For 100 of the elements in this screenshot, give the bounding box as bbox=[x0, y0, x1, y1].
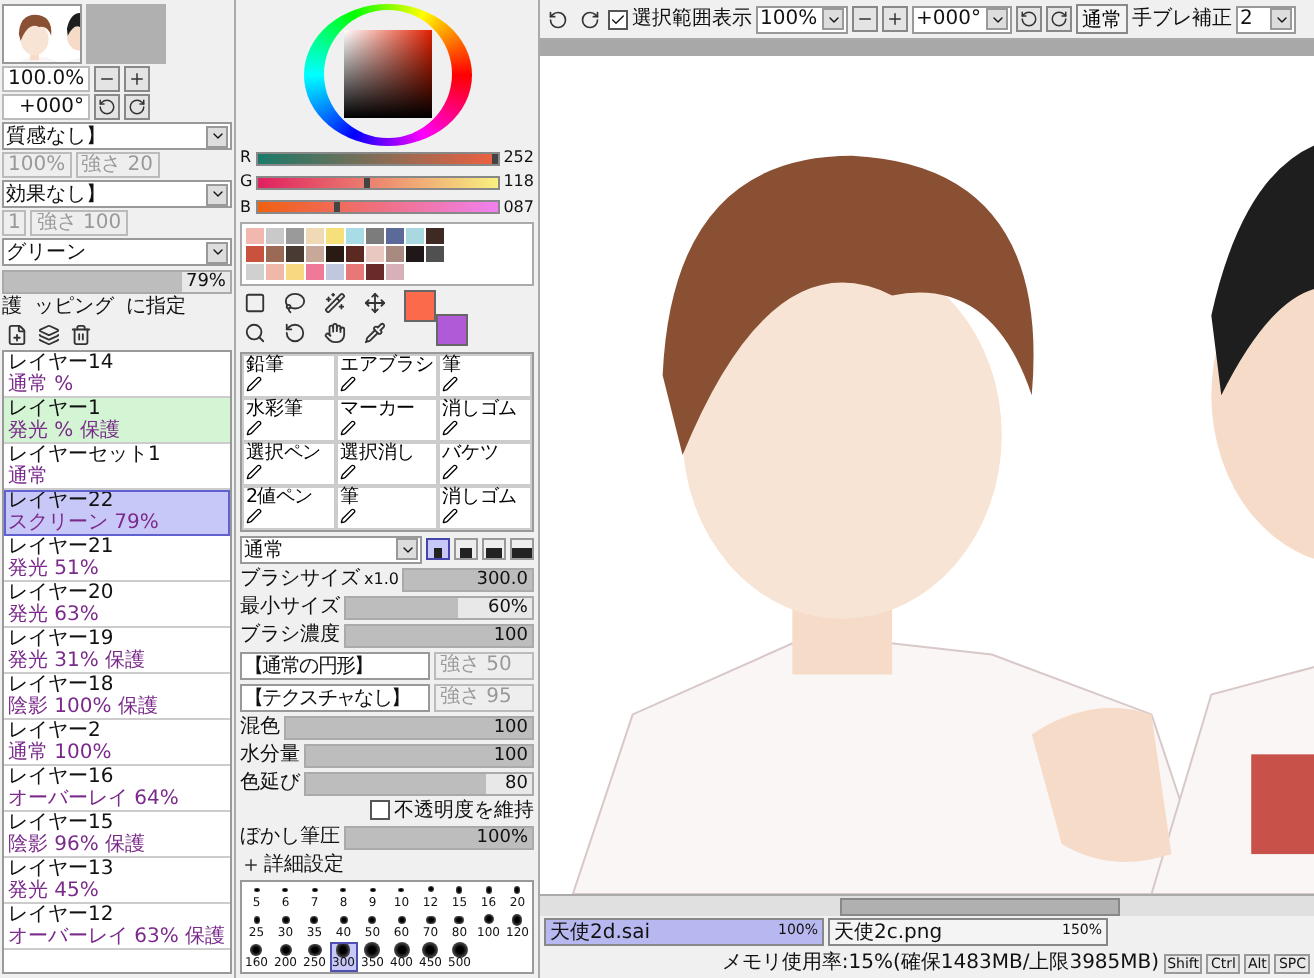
color-swatch[interactable] bbox=[266, 263, 284, 280]
layer-item[interactable]: レイヤー13 発光 45% bbox=[4, 858, 230, 904]
blending-slider[interactable]: 100 bbox=[284, 715, 534, 740]
color-swatch[interactable] bbox=[386, 245, 404, 262]
zoom-in-button[interactable] bbox=[882, 6, 908, 32]
zoom-in-button[interactable] bbox=[124, 66, 150, 92]
color-slider[interactable] bbox=[255, 200, 500, 215]
effect-dropdown[interactable]: 効果なし】 bbox=[2, 180, 232, 208]
selection-icon[interactable] bbox=[240, 289, 268, 318]
rotate-icon[interactable] bbox=[280, 319, 309, 348]
layer-item[interactable]: レイヤーセット1 通常 bbox=[4, 444, 230, 490]
color-swatch[interactable] bbox=[306, 263, 324, 280]
move-icon[interactable] bbox=[361, 289, 390, 318]
layer-item[interactable]: レイヤー19 発光 31% 保護 bbox=[4, 628, 230, 674]
blend-mode-dropdown[interactable]: グリーン bbox=[2, 238, 232, 266]
brush-shape-button[interactable] bbox=[510, 538, 534, 561]
brush-mode-dropdown[interactable]: 通常 bbox=[240, 535, 422, 564]
min-size-slider[interactable]: 60% bbox=[344, 595, 534, 620]
layer-item[interactable]: レイヤー1 発光 % 保護 bbox=[4, 398, 230, 444]
brush-tool[interactable]: 筆 bbox=[335, 485, 438, 530]
brush-tool[interactable]: 2値ペン bbox=[242, 485, 336, 530]
eyedropper-icon[interactable] bbox=[361, 319, 390, 348]
brush-shape-button[interactable] bbox=[482, 538, 506, 561]
brush-tool[interactable]: 消しゴム bbox=[438, 485, 532, 530]
layer-option[interactable]: 護 bbox=[2, 296, 22, 318]
density-slider[interactable]: 100 bbox=[344, 623, 534, 648]
brush-tool[interactable]: エアブラシ bbox=[335, 353, 438, 398]
horizontal-scrollbar[interactable] bbox=[540, 894, 1314, 916]
rotation-dropdown[interactable]: +000° bbox=[912, 5, 1012, 33]
persistence-slider[interactable]: 80 bbox=[304, 771, 534, 796]
color-swatch[interactable] bbox=[286, 245, 304, 262]
blur-pressure-slider[interactable]: 100% bbox=[344, 825, 534, 850]
brush-shape-dropdown[interactable]: 【通常の円形】 bbox=[240, 651, 430, 680]
color-swatch[interactable] bbox=[326, 227, 344, 244]
color-swatch[interactable] bbox=[366, 227, 384, 244]
zoom-field[interactable]: 100.0% bbox=[2, 66, 90, 92]
rotation-field[interactable]: +000° bbox=[2, 94, 90, 120]
color-swatch[interactable] bbox=[266, 227, 284, 244]
brush-tool[interactable]: 水彩筆 bbox=[242, 397, 336, 442]
color-swatch[interactable] bbox=[246, 245, 264, 262]
stabilizer-dropdown[interactable]: 2 bbox=[1236, 5, 1296, 33]
secondary-color[interactable] bbox=[436, 314, 468, 347]
color-swatch[interactable] bbox=[366, 263, 384, 280]
layer-item[interactable]: レイヤー18 陰影 100% 保護 bbox=[4, 674, 230, 720]
brush-texture-dropdown[interactable]: 【テクスチャなし】 bbox=[240, 683, 430, 712]
rotate-right-button[interactable] bbox=[124, 94, 150, 120]
expand-icon[interactable] bbox=[240, 854, 260, 875]
brush-tool[interactable]: 選択消し bbox=[335, 441, 438, 486]
rotate-left-button[interactable] bbox=[94, 94, 120, 120]
color-swatch[interactable] bbox=[426, 245, 444, 262]
slider-thumb[interactable] bbox=[491, 154, 498, 165]
zoom-icon[interactable] bbox=[240, 319, 268, 348]
layer-item[interactable]: レイヤー16 オーバーレイ 64% bbox=[4, 766, 230, 812]
layers-icon[interactable] bbox=[34, 320, 62, 348]
color-swatch[interactable] bbox=[246, 227, 264, 244]
selection-checkbox[interactable] bbox=[608, 9, 628, 29]
color-slider[interactable] bbox=[255, 152, 500, 167]
color-swatch[interactable] bbox=[346, 245, 364, 262]
color-swatch[interactable] bbox=[266, 245, 284, 262]
texture-dropdown[interactable]: 質感なし】 bbox=[2, 122, 232, 150]
layer-item[interactable]: レイヤー20 発光 63% bbox=[4, 582, 230, 628]
color-swatch[interactable] bbox=[246, 263, 264, 280]
layer-option[interactable]: ッピング bbox=[34, 296, 114, 318]
brush-tool[interactable]: 選択ペン bbox=[242, 441, 336, 486]
brush-shape-button[interactable] bbox=[426, 538, 450, 561]
color-swatch[interactable] bbox=[426, 227, 444, 244]
brush-tool[interactable]: 鉛筆 bbox=[242, 353, 336, 398]
opacity-slider[interactable]: 79% bbox=[2, 269, 232, 293]
hand-icon[interactable] bbox=[321, 319, 349, 348]
color-swatch[interactable] bbox=[346, 227, 364, 244]
dilution-slider[interactable]: 100 bbox=[304, 743, 534, 768]
slider-thumb[interactable] bbox=[334, 202, 341, 213]
color-swatch[interactable] bbox=[346, 263, 364, 280]
brush-shape-button[interactable] bbox=[454, 538, 478, 561]
brush-tool[interactable]: バケツ bbox=[438, 441, 532, 486]
zoom-out-button[interactable] bbox=[852, 6, 878, 32]
layer-item[interactable]: レイヤー15 陰影 96% 保護 bbox=[4, 812, 230, 858]
layer-item[interactable]: レイヤー12 オーバーレイ 63% 保護 bbox=[4, 904, 230, 950]
color-swatch[interactable] bbox=[286, 263, 304, 280]
brush-tool[interactable]: 消しゴム bbox=[438, 397, 532, 442]
blend-button[interactable]: 通常 bbox=[1076, 4, 1128, 34]
color-swatch[interactable] bbox=[366, 245, 384, 262]
trash-icon[interactable] bbox=[66, 320, 94, 348]
color-swatch[interactable] bbox=[406, 227, 424, 244]
rotate-right-button[interactable] bbox=[1046, 6, 1072, 32]
details-label[interactable]: 詳細設定 bbox=[264, 853, 344, 876]
color-slider[interactable] bbox=[256, 176, 500, 191]
layer-item[interactable]: レイヤー21 発光 51% bbox=[4, 536, 230, 582]
keep-opacity-checkbox[interactable] bbox=[370, 800, 390, 821]
rotate-left-button[interactable] bbox=[1016, 6, 1042, 32]
color-swatch[interactable] bbox=[326, 245, 344, 262]
layer-item[interactable]: レイヤー14 通常 % bbox=[4, 352, 230, 398]
size-multiplier[interactable]: x1.0 bbox=[364, 571, 399, 589]
lasso-icon[interactable] bbox=[280, 289, 309, 318]
color-swatch[interactable] bbox=[306, 227, 324, 244]
scrollbar-thumb[interactable] bbox=[840, 898, 1120, 916]
color-swatch[interactable] bbox=[306, 245, 324, 262]
color-swatch[interactable] bbox=[286, 227, 304, 244]
slider-thumb[interactable] bbox=[364, 178, 371, 189]
color-swatch[interactable] bbox=[406, 245, 424, 262]
